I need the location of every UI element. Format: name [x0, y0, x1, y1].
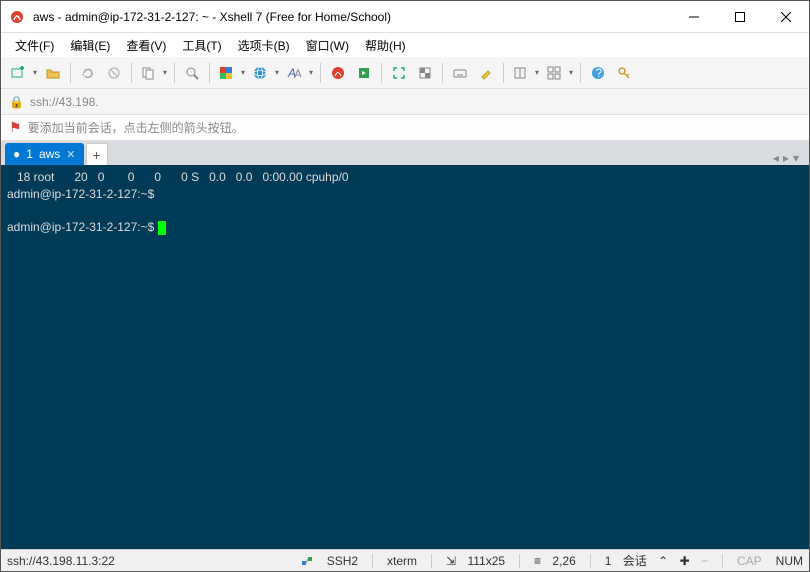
address-bar[interactable]: 🔒 ssh://43.198.	[1, 89, 809, 115]
add-session-icon[interactable]: ✚	[680, 554, 690, 568]
window-controls	[671, 1, 809, 32]
tab-close-icon[interactable]: ✕	[66, 148, 75, 161]
disconnect-button[interactable]	[102, 61, 126, 85]
status-cap: CAP	[737, 554, 762, 568]
hint-text: 要添加当前会话，点击左侧的箭头按钮。	[28, 119, 244, 136]
menu-file[interactable]: 文件(F)	[7, 34, 62, 57]
transparency-button[interactable]	[413, 61, 437, 85]
key-button[interactable]	[612, 61, 636, 85]
menu-edit[interactable]: 编辑(E)	[62, 34, 118, 57]
minimize-button[interactable]	[671, 1, 717, 32]
encoding-button[interactable]	[249, 61, 281, 85]
tab-menu-icon[interactable]: ▾	[793, 151, 799, 165]
window-title: aws - admin@ip-172-31-2-127: ~ - Xshell …	[33, 10, 671, 24]
status-bar: ssh://43.198.11.3:22 SSH2 xterm ⇲ 111x25…	[1, 549, 809, 571]
toolbar-separator	[503, 63, 504, 83]
layout-button[interactable]	[509, 61, 541, 85]
svg-text:?: ?	[596, 66, 603, 80]
remove-session-icon[interactable]: −	[701, 554, 708, 568]
new-session-button[interactable]	[7, 61, 39, 85]
open-session-button[interactable]	[41, 61, 65, 85]
terminal[interactable]: 18 root 20 0 0 0 0 S 0.0 0.0 0:00.00 cpu…	[1, 165, 809, 549]
toolbar: AA ?	[1, 57, 809, 89]
tab-nav: ◂ ▸ ▾	[773, 151, 805, 165]
flag-icon: ⚑	[9, 119, 22, 136]
tab-next-icon[interactable]: ▸	[783, 151, 789, 165]
menu-tools[interactable]: 工具(T)	[174, 34, 229, 57]
status-termtype: xterm	[387, 554, 417, 568]
lock-icon: 🔒	[9, 95, 24, 109]
terminal-prompt: admin@ip-172-31-2-127:~$	[7, 220, 158, 234]
tab-index: 1	[26, 147, 33, 161]
close-button[interactable]	[763, 1, 809, 32]
toolbar-separator	[442, 63, 443, 83]
find-button[interactable]	[180, 61, 204, 85]
toolbar-separator	[70, 63, 71, 83]
reconnect-button[interactable]	[76, 61, 100, 85]
tab-marker-icon: ●	[13, 147, 20, 161]
menu-view[interactable]: 查看(V)	[118, 34, 174, 57]
menubar: 文件(F) 编辑(E) 查看(V) 工具(T) 选项卡(B) 窗口(W) 帮助(…	[1, 33, 809, 57]
terminal-prompt: admin@ip-172-31-2-127:~$	[7, 187, 154, 201]
menu-tabs[interactable]: 选项卡(B)	[230, 34, 298, 57]
keyboard-button[interactable]	[448, 61, 472, 85]
status-pos: ≡ 2,26	[534, 554, 576, 568]
address-text: ssh://43.198.	[30, 95, 99, 109]
chevron-icon[interactable]: ⌃	[658, 554, 668, 568]
cursor-icon	[158, 221, 166, 235]
tab-active[interactable]: ● 1 aws ✕	[5, 143, 84, 165]
toolbar-separator	[174, 63, 175, 83]
size-icon: ⇲	[446, 554, 456, 568]
toolbar-separator	[381, 63, 382, 83]
xftp-button[interactable]	[352, 61, 376, 85]
svg-text:A: A	[294, 67, 301, 80]
status-size: ⇲ 111x25	[446, 554, 505, 568]
font-button[interactable]: AA	[283, 61, 315, 85]
status-protocol: SSH2	[327, 554, 358, 568]
tile-button[interactable]	[543, 61, 575, 85]
fullscreen-button[interactable]	[387, 61, 411, 85]
maximize-button[interactable]	[717, 1, 763, 32]
toolbar-separator	[131, 63, 132, 83]
titlebar: aws - admin@ip-172-31-2-127: ~ - Xshell …	[1, 1, 809, 33]
status-num: NUM	[776, 554, 803, 568]
toolbar-separator	[580, 63, 581, 83]
tab-prev-icon[interactable]: ◂	[773, 151, 779, 165]
menu-window[interactable]: 窗口(W)	[298, 34, 357, 57]
app-icon	[9, 9, 25, 25]
hint-bar: ⚑ 要添加当前会话，点击左侧的箭头按钮。	[1, 115, 809, 141]
toolbar-separator	[320, 63, 321, 83]
pos-icon: ≡	[534, 554, 541, 568]
terminal-line: 18 root 20 0 0 0 0 S 0.0 0.0 0:00.00 cpu…	[7, 170, 349, 184]
toolbar-separator	[209, 63, 210, 83]
status-address: ssh://43.198.11.3:22	[7, 554, 115, 568]
highlight-button[interactable]	[474, 61, 498, 85]
status-sessions: 1 会话 ⌃ ✚ −	[605, 552, 708, 569]
help-button[interactable]: ?	[586, 61, 610, 85]
xshell-icon-button[interactable]	[326, 61, 350, 85]
tab-label: aws	[39, 147, 60, 161]
menu-help[interactable]: 帮助(H)	[357, 34, 414, 57]
status-net-icon	[301, 555, 313, 567]
copy-button[interactable]	[137, 61, 169, 85]
tab-bar: ● 1 aws ✕ + ◂ ▸ ▾	[1, 141, 809, 165]
color-scheme-button[interactable]	[215, 61, 247, 85]
add-tab-button[interactable]: +	[86, 143, 108, 165]
